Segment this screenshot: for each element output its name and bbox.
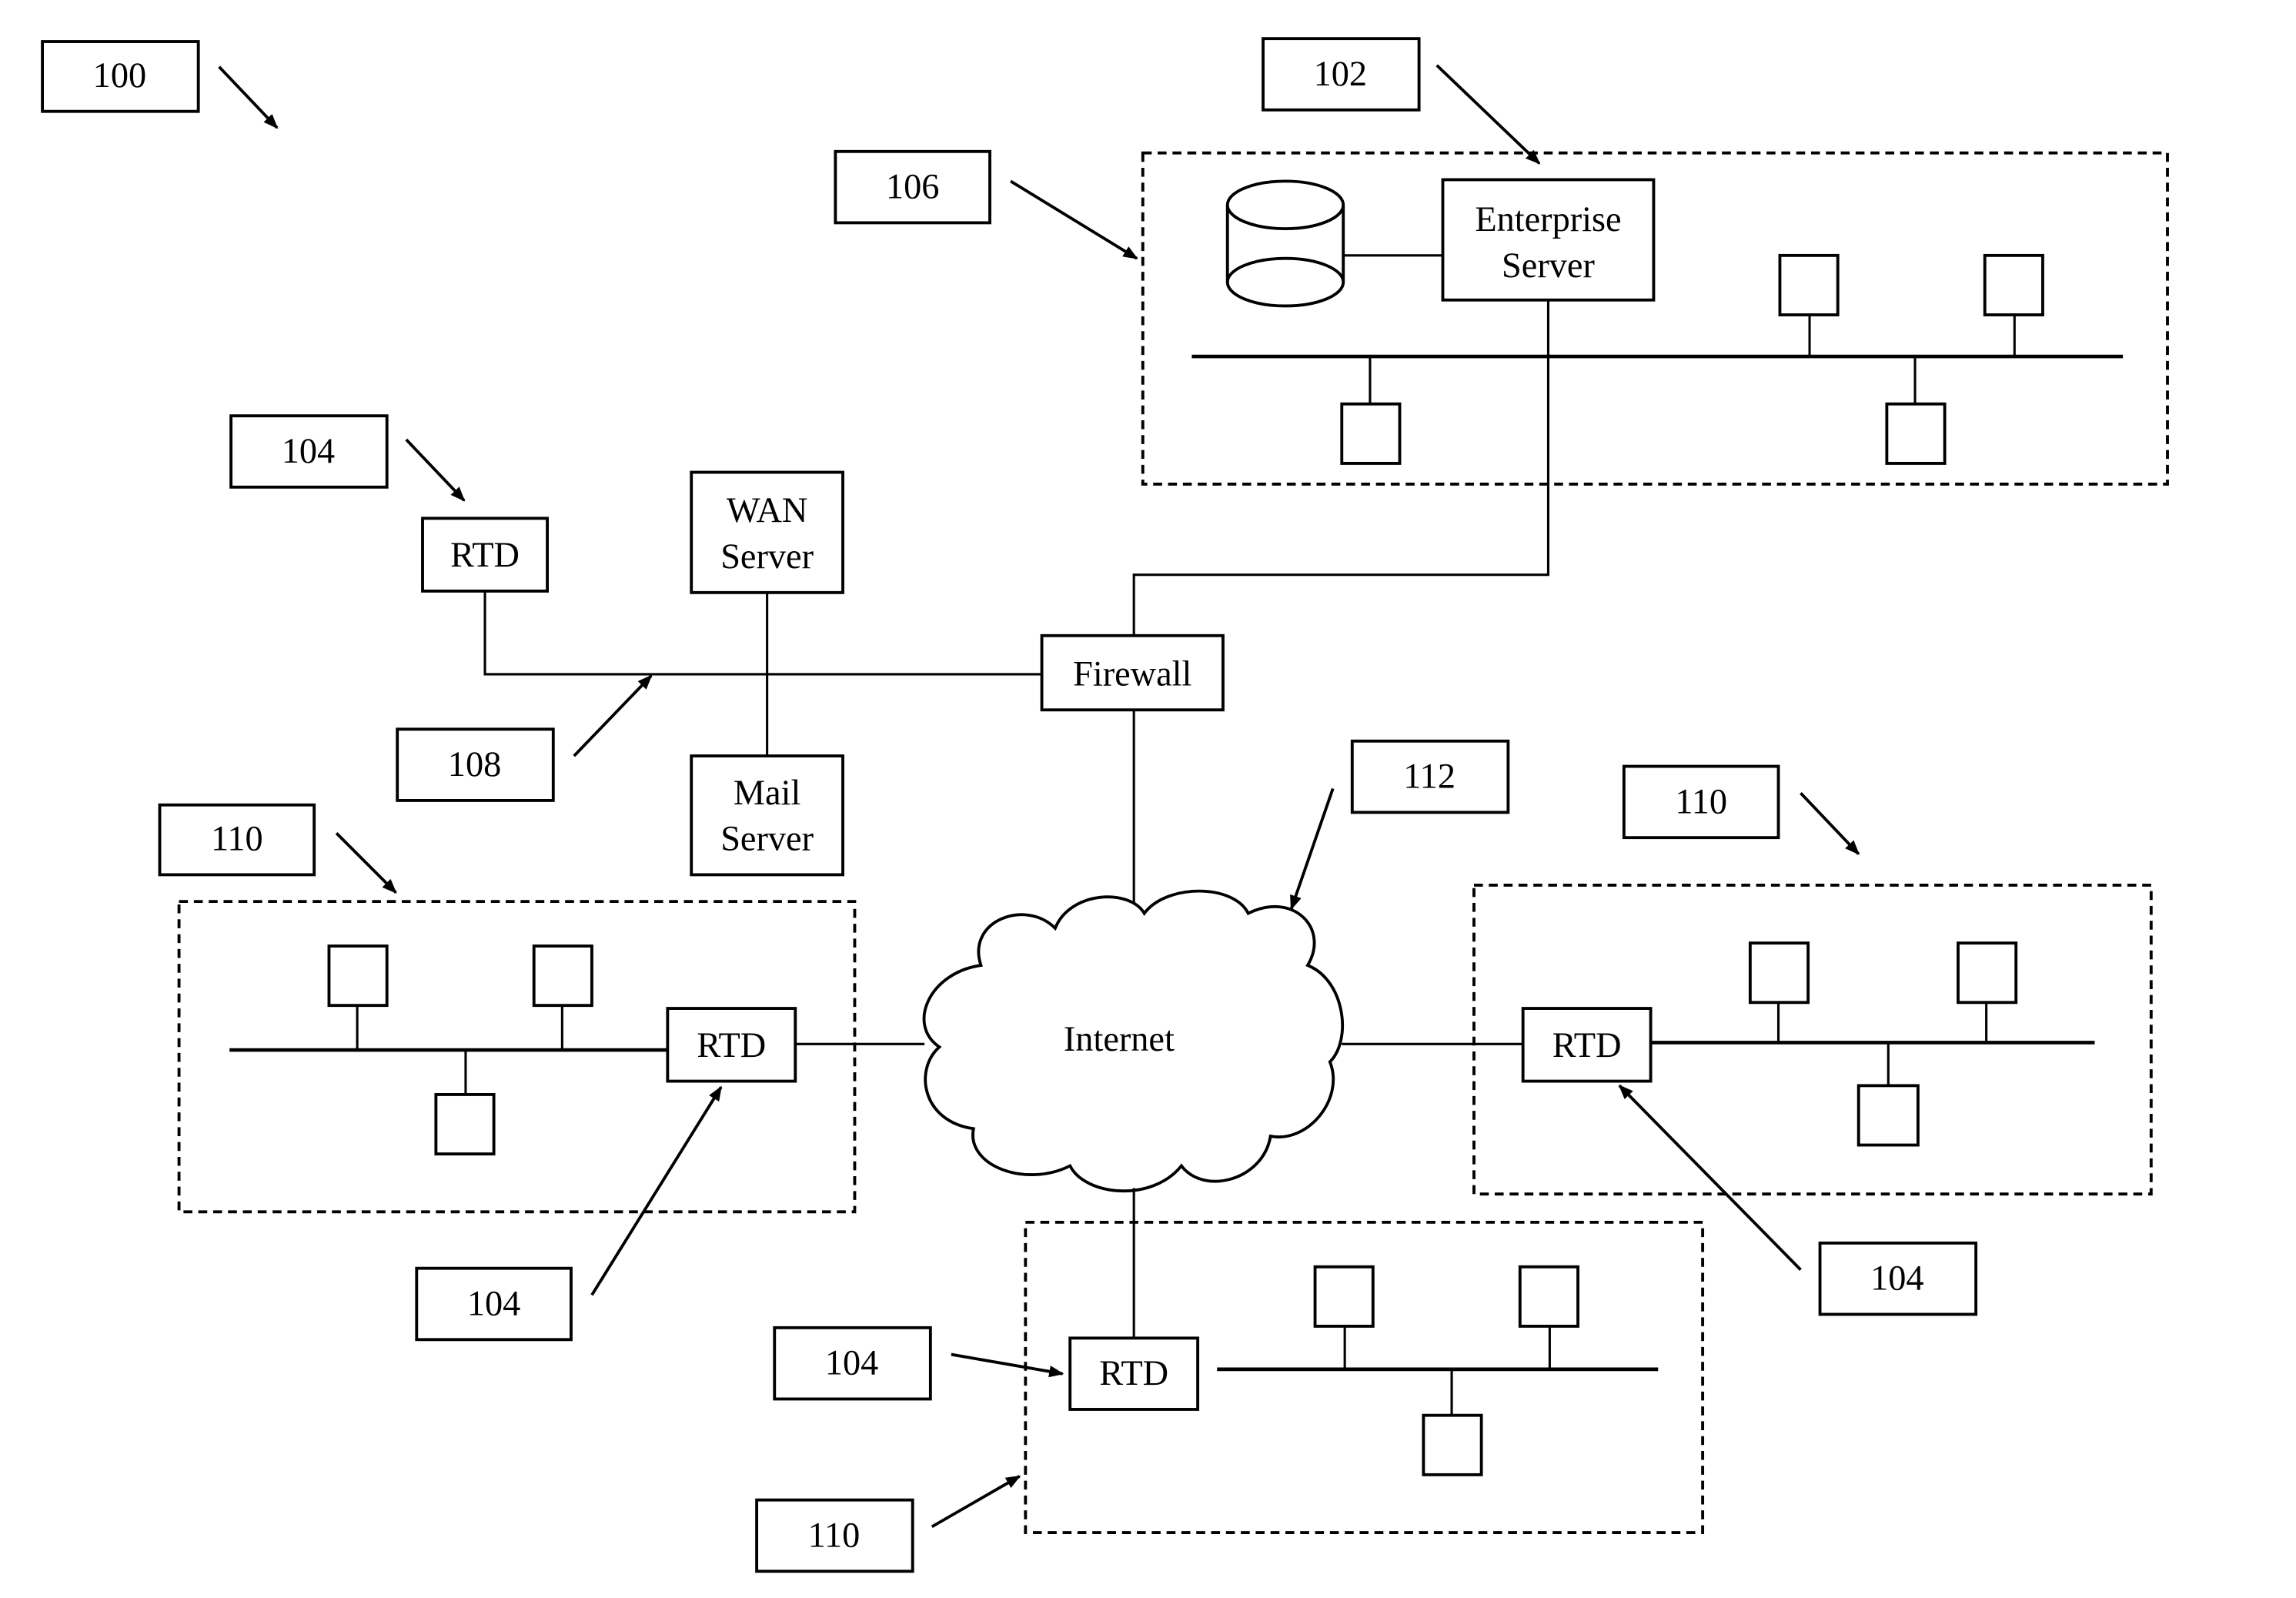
workstation [1983,253,2044,316]
link-server-firewall [1132,299,1550,636]
workstation [434,1093,496,1156]
ref-label-106: 106 [834,149,991,225]
enterprise-network: Enterprise Server [1141,151,2169,486]
workstation [1885,402,1947,465]
svg-text:104: 104 [282,432,335,471]
svg-text:100: 100 [93,56,146,95]
ref-arrow-110 [335,832,397,894]
svg-text:102: 102 [1314,55,1367,94]
svg-text:110: 110 [808,1516,861,1555]
enterprise-server[interactable]: Enterprise Server [1441,178,1656,302]
ref-label-110: 110 [755,1498,914,1573]
wan-server[interactable]: WAN Server [690,470,844,594]
ref-arrow-104 [951,1352,1064,1378]
ref-label-100: 100 [41,40,200,113]
workstation [327,944,389,1008]
workstation [1957,941,2018,1005]
rtd-wan[interactable]: RTD [421,517,550,593]
svg-text:Server: Server [1502,246,1595,286]
rtd-right[interactable]: RTD [1521,1007,1653,1083]
ref-arrow-110 [1800,791,1860,855]
ref-label-110: 110 [1622,764,1780,840]
workstation [1340,402,1402,465]
svg-text:110: 110 [211,820,263,859]
ref-arrow-100 [218,65,279,129]
ref-arrow-104 [590,1085,723,1296]
database-icon [1225,179,1345,308]
ref-label-104: 104 [229,414,389,489]
wan-bus [483,590,1042,676]
ref-arrow-112 [1289,787,1335,911]
workstation [1422,1413,1483,1476]
svg-text:RTD: RTD [1552,1026,1622,1065]
rtd-left[interactable]: RTD [666,1007,797,1083]
workstation [532,944,593,1008]
remote-site-right: RTD [1472,883,2153,1196]
svg-text:106: 106 [886,168,939,207]
ref-label-104: 104 [1818,1241,1978,1316]
ref-arrow-104 [1618,1084,1802,1271]
remote-site-left: RTD [177,900,857,1214]
svg-text:RTD: RTD [450,536,520,575]
ref-arrow-102 [1435,64,1541,165]
ref-label-104: 104 [415,1266,573,1342]
svg-text:104: 104 [467,1284,520,1323]
ref-label-108: 108 [396,727,555,802]
rtd-bottom[interactable]: RTD [1068,1336,1200,1411]
workstation [1313,1265,1375,1328]
svg-text:Internet: Internet [1064,1020,1175,1059]
ref-arrow-110 [931,1475,1021,1529]
svg-text:RTD: RTD [1099,1354,1168,1393]
svg-text:104: 104 [825,1344,878,1383]
network-diagram: 100 102 106 Enterprise Server 104 RTD WA… [41,37,2169,1573]
svg-text:Mail: Mail [734,774,800,813]
svg-text:Server: Server [720,820,814,859]
ref-label-102: 102 [1262,37,1421,112]
svg-text:112: 112 [1403,757,1455,797]
workstation [1518,1265,1579,1328]
ref-arrow-106 [1010,179,1138,260]
ref-label-110: 110 [158,803,316,877]
svg-text:108: 108 [448,745,501,784]
workstation [1778,253,1840,316]
svg-text:RTD: RTD [697,1026,766,1065]
svg-text:Firewall: Firewall [1073,654,1191,694]
workstation [1748,941,1810,1005]
ref-arrow-104 [405,438,466,502]
ref-label-104: 104 [773,1326,932,1401]
svg-text:WAN: WAN [727,491,807,530]
svg-text:110: 110 [1675,782,1727,821]
internet-cloud[interactable]: Internet [922,889,1345,1193]
ref-label-112: 112 [1350,739,1510,814]
mail-server[interactable]: Mail Server [690,754,844,877]
firewall[interactable]: Firewall [1040,634,1225,712]
workstation [1857,1084,1920,1147]
svg-text:Server: Server [720,537,814,577]
ref-arrow-108 [573,674,653,757]
svg-text:Enterprise: Enterprise [1475,200,1621,239]
remote-site-bottom: RTD [1024,1220,1705,1535]
svg-text:104: 104 [1870,1259,1923,1299]
